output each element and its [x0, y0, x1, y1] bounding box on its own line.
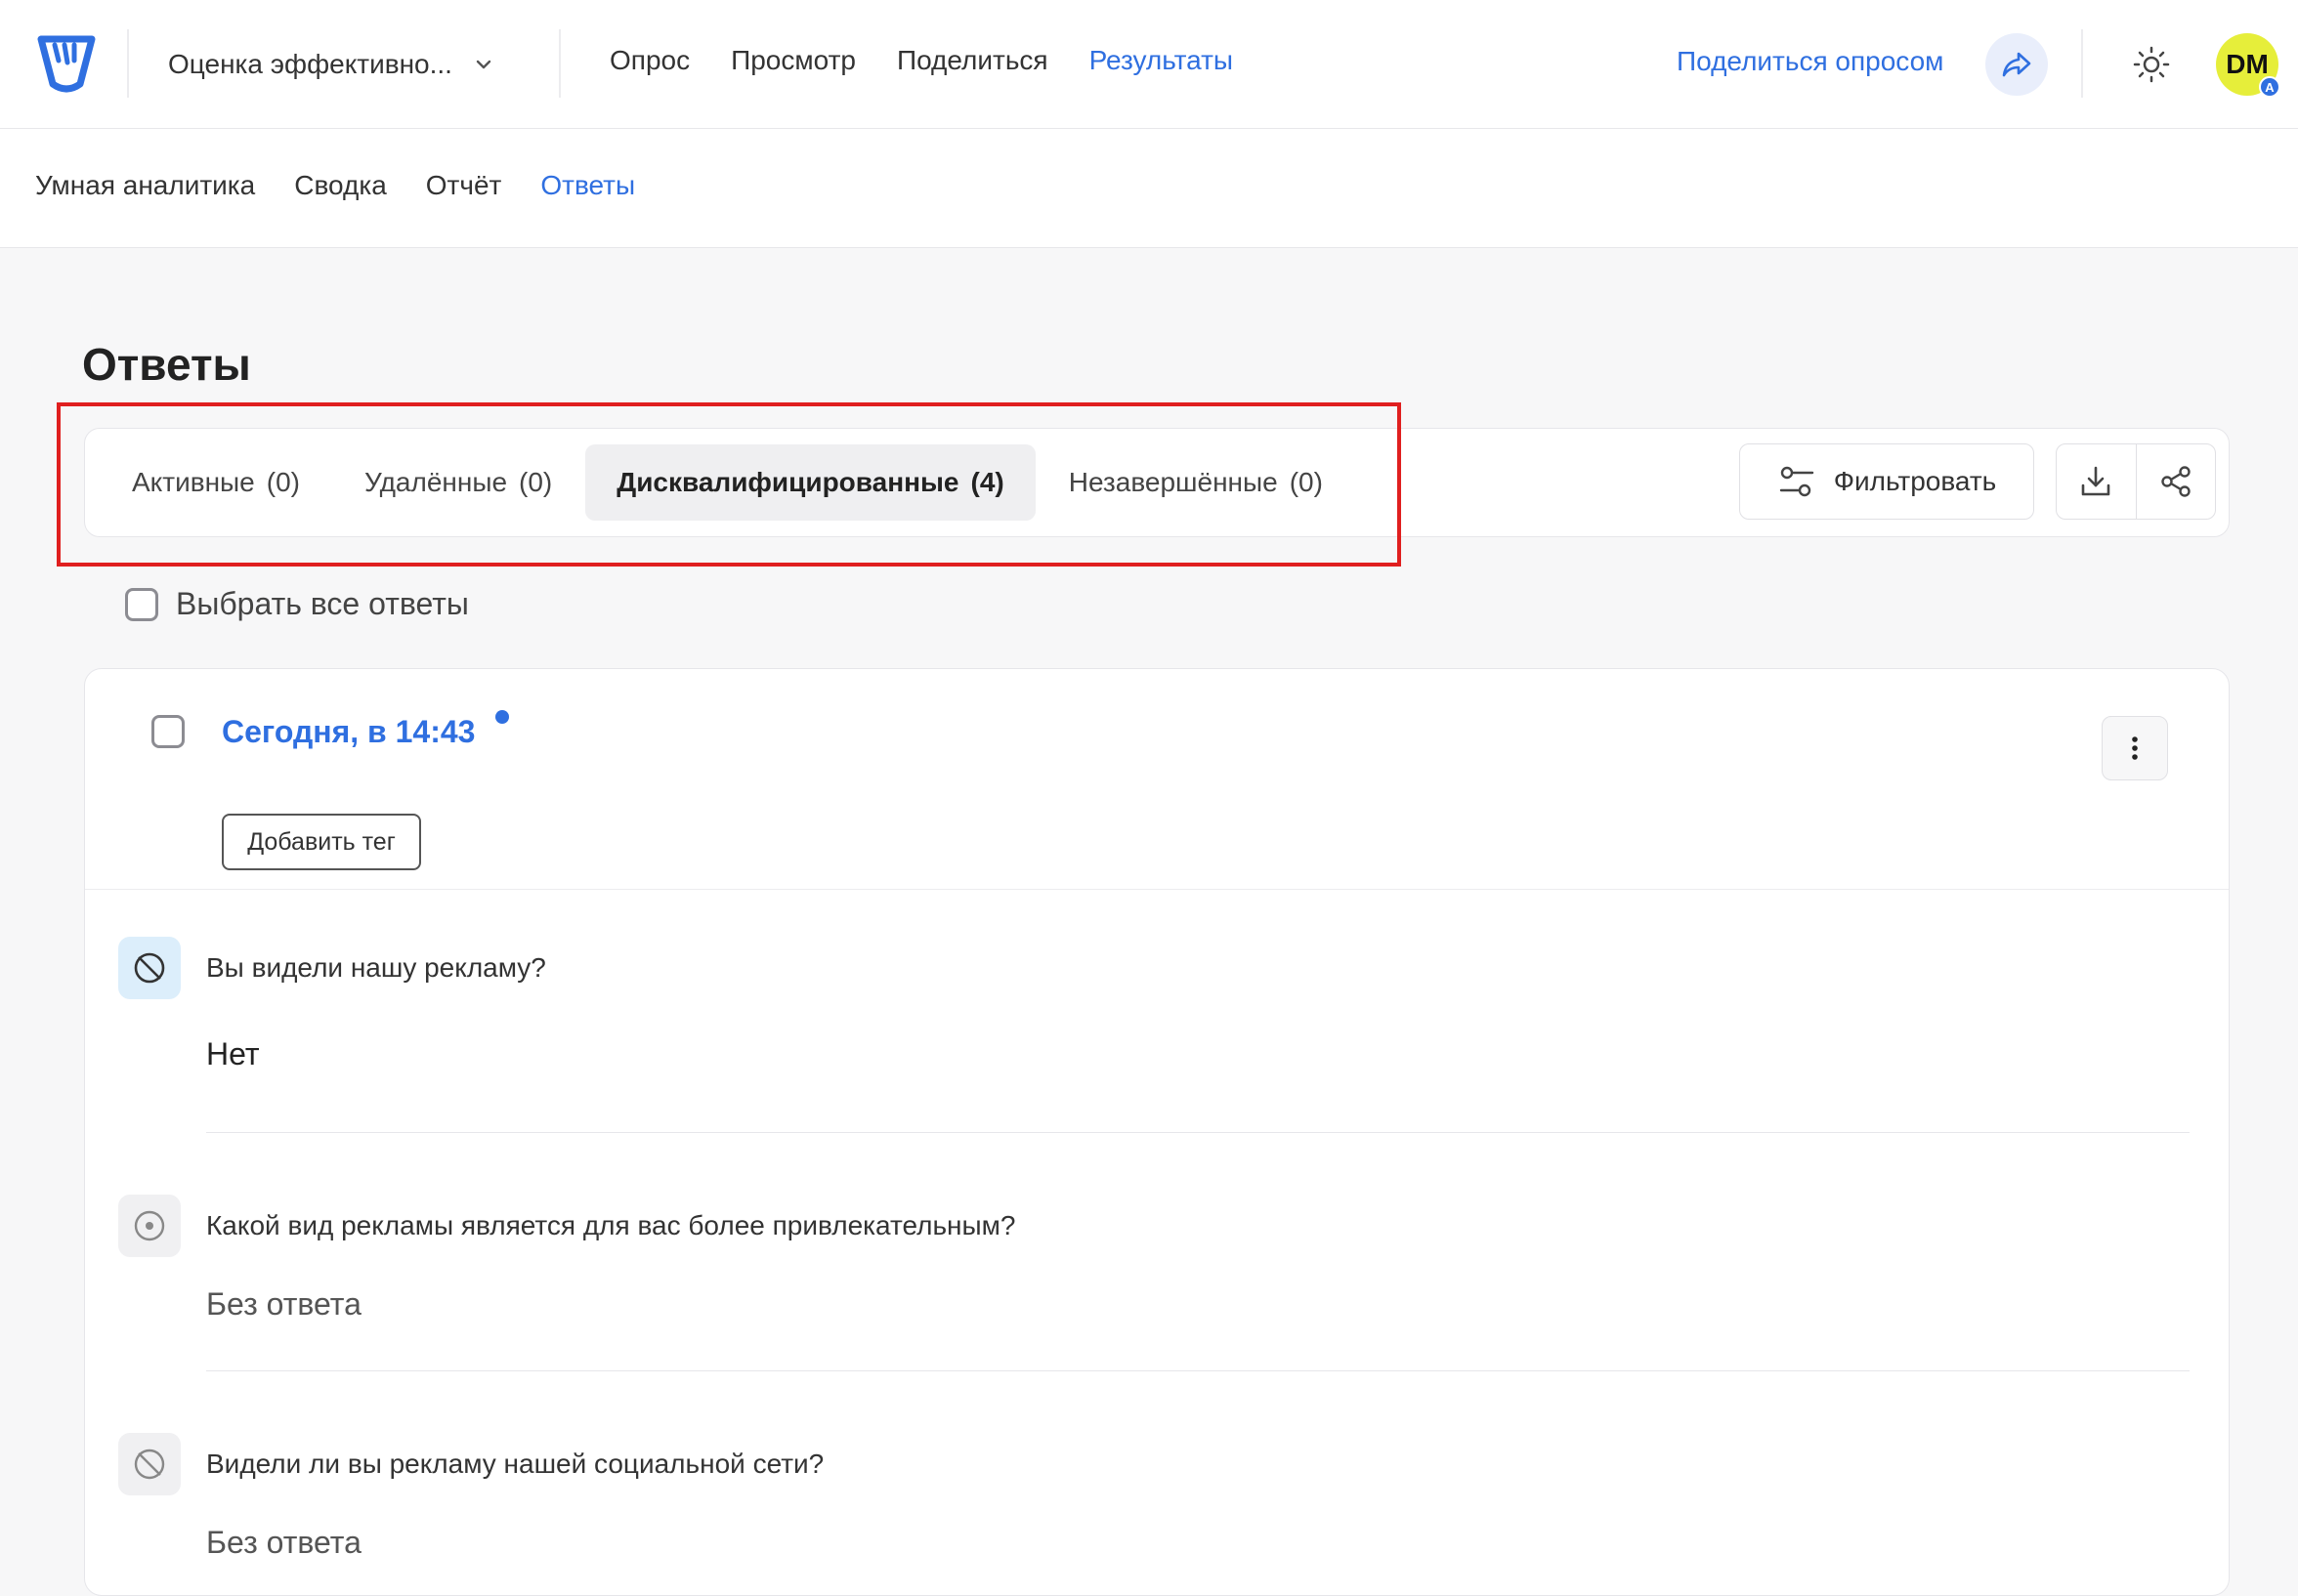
top-nav: Опрос Просмотр Поделиться Результаты: [610, 45, 1274, 76]
no-entry-icon: [134, 952, 165, 984]
question-text: Какой вид рекламы является для вас более…: [206, 1210, 1016, 1240]
response-checkbox[interactable]: [151, 715, 185, 748]
question-text: Видели ли вы рекламу нашей социальной се…: [206, 1449, 825, 1479]
question-answer: Без ответа: [206, 1286, 362, 1322]
nav-preview[interactable]: Просмотр: [731, 45, 856, 76]
download-button[interactable]: [2057, 444, 2136, 519]
share-survey-link[interactable]: Поделиться опросом: [1677, 46, 1943, 77]
filter-button[interactable]: Фильтровать: [1739, 443, 2034, 520]
filter-label: Фильтровать: [1833, 466, 1997, 496]
subnav-summary[interactable]: Сводка: [294, 170, 387, 201]
nav-survey[interactable]: Опрос: [610, 45, 690, 76]
theme-toggle-icon[interactable]: [2132, 45, 2171, 84]
question-type-icon: [118, 1195, 181, 1257]
question-text: Вы видели нашу рекламу?: [206, 952, 546, 983]
avatar-badge: A: [2259, 76, 2280, 98]
unread-indicator: [495, 710, 509, 724]
avatar-initials: DM: [2226, 49, 2269, 79]
more-vertical-icon: [2132, 736, 2138, 760]
question-type-icon: [118, 1433, 181, 1495]
question-answer: Нет: [206, 1036, 260, 1071]
no-entry-icon: [134, 1449, 165, 1480]
download-icon: [2081, 466, 2110, 496]
divider: [127, 29, 129, 98]
divider: [559, 29, 561, 98]
survey-title: Оценка эффективно...: [168, 49, 452, 79]
subnav-responses[interactable]: Ответы: [540, 170, 635, 201]
share-results-button[interactable]: [2135, 444, 2216, 519]
question-type-icon: [118, 937, 181, 999]
radio-icon: [134, 1210, 165, 1241]
divider: [206, 1370, 2190, 1371]
chevron-down-icon: [476, 60, 491, 69]
share-button[interactable]: [1985, 33, 2048, 96]
response-date[interactable]: Сегодня, в 14:43: [222, 714, 475, 750]
share-icon: [2161, 466, 2191, 497]
top-bar: Оценка эффективно... Опрос Просмотр Поде…: [0, 0, 2298, 129]
export-actions: [2056, 443, 2216, 520]
page-title: Ответы: [82, 339, 251, 390]
sliders-icon: [1779, 466, 1813, 497]
subnav-report[interactable]: Отчёт: [426, 170, 502, 201]
results-subnav-bar: Умная аналитика Сводка Отчёт Ответы: [0, 129, 2298, 248]
avatar[interactable]: DM A: [2216, 33, 2280, 98]
results-subnav: Умная аналитика Сводка Отчёт Ответы: [35, 170, 674, 201]
nav-share[interactable]: Поделиться: [897, 45, 1048, 76]
response-card-header: Сегодня, в 14:43 Добавить тег: [85, 669, 2229, 890]
subnav-smart-analytics[interactable]: Умная аналитика: [35, 170, 255, 201]
divider: [2081, 29, 2083, 98]
survey-selector[interactable]: Оценка эффективно...: [168, 45, 493, 84]
select-all-checkbox[interactable]: [125, 587, 158, 621]
nav-results[interactable]: Результаты: [1089, 45, 1233, 76]
select-all-row[interactable]: Выбрать все ответы: [125, 586, 469, 622]
add-tag-button[interactable]: Добавить тег: [222, 814, 421, 870]
more-actions-button[interactable]: [2102, 716, 2168, 780]
highlight-annotation: [57, 402, 1401, 567]
question-answer: Без ответа: [206, 1525, 362, 1560]
share-arrow-icon: [2002, 52, 2031, 77]
divider: [206, 1132, 2190, 1133]
select-all-label: Выбрать все ответы: [176, 586, 469, 621]
response-card: Сегодня, в 14:43 Добавить тег Вы видели …: [84, 668, 2230, 1596]
app-logo-icon[interactable]: [35, 31, 98, 96]
